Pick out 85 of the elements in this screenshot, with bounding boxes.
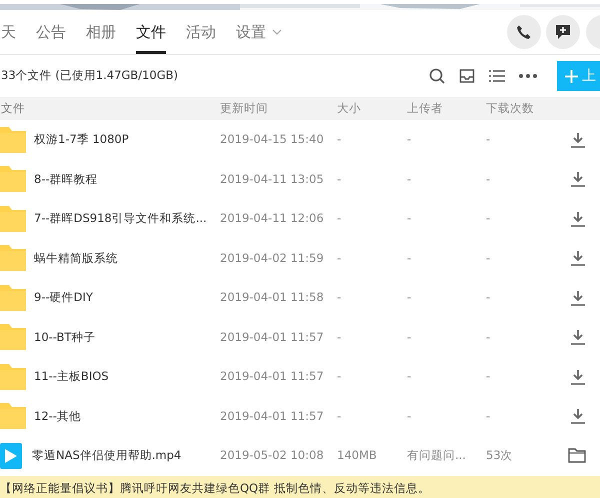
message-plus-icon <box>554 23 572 41</box>
uploader-name: - <box>407 211 412 226</box>
update-time: 2019-04-11 12:06 <box>220 211 324 226</box>
update-time: 2019-05-02 10:08 <box>220 448 324 462</box>
uploader-name: - <box>407 172 412 186</box>
update-time: 2019-04-15 15:40 <box>220 132 324 146</box>
column-header: 更新时间 <box>220 100 268 115</box>
file-size: - <box>337 408 342 423</box>
folder-icon <box>0 364 26 390</box>
uploader-name: 有问题问... <box>407 448 466 462</box>
tab[interactable]: 天 <box>1 10 16 54</box>
tab[interactable]: 设置 <box>236 10 282 54</box>
update-time: 2019-04-01 11:57 <box>220 369 324 384</box>
file-size: - <box>337 172 342 186</box>
download-count: - <box>486 211 490 226</box>
file-size: - <box>337 250 342 265</box>
file-name[interactable]: 9--硬件DIY <box>34 289 93 306</box>
folder-icon <box>0 206 26 232</box>
update-time: 2019-04-02 11:59 <box>220 250 324 265</box>
download-icon[interactable] <box>570 210 586 227</box>
column-header: 上传者 <box>407 100 443 115</box>
download-icon[interactable] <box>570 329 586 346</box>
column-header: 大小 <box>337 100 361 115</box>
file-name[interactable]: 蜗牛精简版系统 <box>34 250 118 267</box>
update-time: 2019-04-01 11:58 <box>220 290 324 304</box>
update-time: 2019-04-01 11:57 <box>220 330 324 344</box>
download-count: 53次 <box>486 448 513 462</box>
download-count: - <box>486 408 490 423</box>
download-icon[interactable] <box>570 132 586 148</box>
phone-button[interactable] <box>506 15 540 49</box>
uploader-name: - <box>407 290 412 304</box>
tab[interactable]: 活动 <box>186 10 216 54</box>
download-count: - <box>486 369 490 384</box>
search-icon[interactable] <box>429 68 446 84</box>
uploader-name: - <box>407 408 412 423</box>
file-size: - <box>337 369 342 384</box>
folder-icon <box>0 166 26 192</box>
notice-text: 【网络正能量倡议书】腾讯呼吁网友共建绿色QQ群 抵制色情、反动等违法信息。 <box>0 480 430 497</box>
file-name[interactable]: 10--BT种子 <box>34 328 96 346</box>
tab[interactable]: 相册 <box>86 10 116 54</box>
file-name[interactable]: 8--群晖教程 <box>34 170 98 188</box>
file-size: - <box>337 132 342 146</box>
tab[interactable]: 文件 <box>136 10 166 54</box>
inbox-icon[interactable] <box>459 68 476 84</box>
uploader-name: - <box>407 250 412 265</box>
update-time: 2019-04-11 13:05 <box>220 172 324 186</box>
download-count: - <box>486 250 490 265</box>
download-icon[interactable] <box>570 368 586 385</box>
uploader-name: - <box>407 369 412 384</box>
more-icon[interactable] <box>519 74 538 78</box>
file-name[interactable]: 12--其他 <box>34 408 81 425</box>
uploader-name: - <box>407 132 412 146</box>
play-file-icon <box>0 442 22 469</box>
list-icon[interactable] <box>489 69 506 83</box>
file-size: - <box>337 330 342 344</box>
download-icon[interactable] <box>570 171 586 188</box>
plus-icon <box>565 70 578 82</box>
folder-icon <box>0 284 26 311</box>
download-icon[interactable] <box>570 290 586 306</box>
uploader-name: - <box>407 330 412 344</box>
tab[interactable]: 公告 <box>36 10 66 54</box>
phone-icon <box>516 24 532 40</box>
download-count: - <box>486 330 490 344</box>
message-button[interactable] <box>546 15 580 49</box>
file-name[interactable]: 11--主板BIOS <box>34 368 109 386</box>
file-name[interactable]: 零遁NAS伴侣使用帮助.mp4 <box>32 447 182 464</box>
folder-icon <box>0 245 26 272</box>
download-icon[interactable] <box>570 408 586 424</box>
folder-icon <box>0 126 26 153</box>
download-count: - <box>486 132 490 146</box>
file-count-text: 33个文件 (已使用1.47GB/10GB) <box>1 67 178 84</box>
file-name[interactable]: 7--群晖DS918引导文件和系统... <box>34 210 207 228</box>
download-icon[interactable] <box>570 250 586 266</box>
folder-icon <box>0 324 26 350</box>
column-header: 文件 <box>1 100 25 115</box>
file-name[interactable]: 权游1-7季 1080P <box>34 131 129 148</box>
file-size: - <box>337 211 342 226</box>
file-size: 140MB <box>337 448 377 462</box>
folder-outline-icon[interactable] <box>568 448 586 464</box>
folder-icon <box>0 403 26 430</box>
download-count: - <box>486 290 490 304</box>
column-header: 下载次数 <box>486 100 534 115</box>
update-time: 2019-04-01 11:57 <box>220 408 324 423</box>
download-count: - <box>486 172 490 186</box>
file-size: - <box>337 290 342 304</box>
